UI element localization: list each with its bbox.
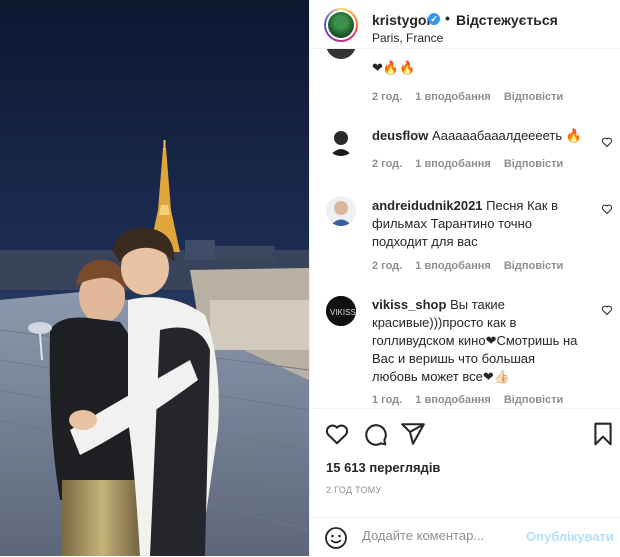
author-avatar[interactable] (324, 8, 358, 42)
publish-button[interactable]: Опублікувати (526, 529, 614, 544)
comment-likes[interactable]: 1 вподобання (415, 91, 490, 103)
add-comment-bar: Опублікувати (310, 517, 620, 557)
reply-button[interactable]: Відповісти (504, 91, 563, 103)
follow-status-button[interactable]: Відстежується (456, 12, 558, 28)
post-time[interactable]: 2 ГОД ТОМУ (326, 485, 382, 495)
comment-likes[interactable]: 1 вподобання (415, 158, 490, 170)
comment-like-heart-icon[interactable] (601, 203, 613, 215)
comment-likes[interactable]: 1 вподобання (415, 394, 490, 406)
post-location[interactable]: Paris, France (372, 31, 443, 45)
comment-text: ❤🔥🔥 (372, 60, 416, 75)
svg-text:VIKISS: VIKISS (330, 308, 356, 317)
heart-icon[interactable] (324, 421, 350, 447)
emoji-icon[interactable] (324, 526, 348, 550)
bookmark-icon[interactable] (590, 421, 616, 447)
commenter-avatar[interactable]: VIKISS (326, 296, 356, 326)
comment-icon[interactable] (362, 421, 388, 447)
share-icon[interactable] (400, 421, 426, 447)
views-count[interactable]: 15 613 переглядів (326, 460, 440, 475)
comment-like-heart-icon[interactable] (601, 136, 613, 148)
verified-badge-icon: ✓ (428, 13, 440, 25)
comment-username[interactable]: deusflow (372, 128, 428, 143)
action-bar (310, 408, 620, 459)
comment-meta: 1 год. 1 вподобання Відповісти (372, 394, 573, 406)
comment-meta: 2 год. 1 вподобання Відповісти (372, 158, 573, 170)
comment-username[interactable]: vikiss_shop (372, 297, 446, 312)
post-photo[interactable] (0, 0, 309, 556)
reply-button[interactable]: Відповісти (504, 260, 563, 272)
comment-likes[interactable]: 1 вподобання (415, 260, 490, 272)
comment-meta: 2 год. 1 вподобання Відповісти (372, 260, 573, 272)
reply-button[interactable]: Відповісти (504, 394, 563, 406)
commenter-avatar[interactable] (326, 126, 356, 156)
comment-time[interactable]: 2 год. (372, 260, 402, 272)
comment-username[interactable]: andreidudnik2021 (372, 198, 483, 213)
comment-time[interactable]: 2 год. (372, 158, 402, 170)
author-username[interactable]: kristygor (372, 12, 432, 28)
reply-button[interactable]: Відповісти (504, 158, 563, 170)
commenter-avatar[interactable] (326, 196, 356, 226)
post-panel: kristygor ✓ • Відстежується Paris, Franc… (309, 0, 620, 556)
comment-input[interactable] (362, 528, 522, 543)
comments-list[interactable]: ❤🔥🔥 2 год. 1 вподобання Відповісти deusf… (310, 49, 620, 407)
header-separator: • (445, 10, 450, 26)
comment-like-heart-icon[interactable] (601, 304, 613, 316)
comment-meta: 2 год. 1 вподобання Відповісти (372, 91, 573, 103)
comment-text: Аааааабааалдееееть 🔥 (431, 128, 582, 143)
comment-time[interactable]: 2 год. (372, 91, 402, 103)
commenter-avatar[interactable] (326, 49, 356, 59)
comment-time[interactable]: 1 год. (372, 394, 402, 406)
post-header: kristygor ✓ • Відстежується Paris, Franc… (310, 0, 620, 49)
post-image (0, 0, 309, 556)
